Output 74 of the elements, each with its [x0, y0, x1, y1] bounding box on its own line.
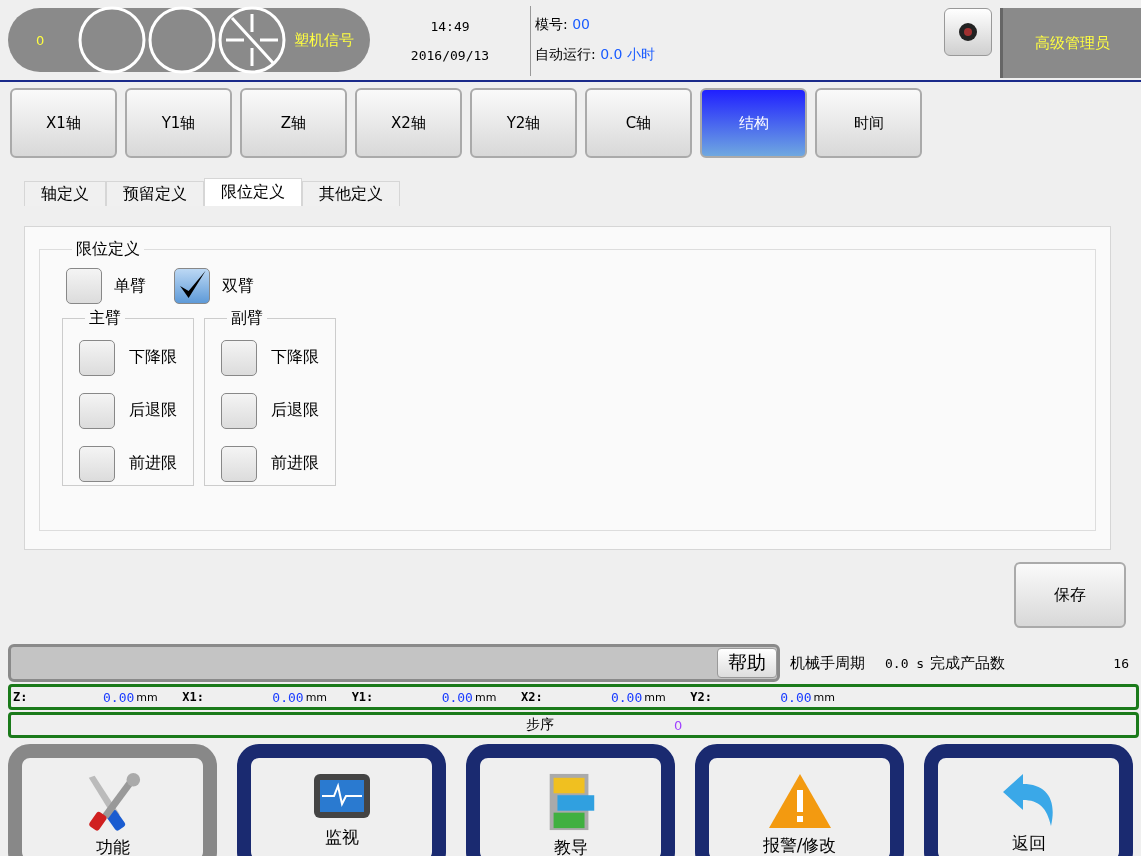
nav-tab[interactable]: 时间: [815, 88, 922, 158]
circle-icon: [78, 6, 146, 74]
axis-name: X2:: [519, 690, 544, 704]
user-badge: 高级管理员: [1000, 8, 1141, 78]
checkbox-label: 后退限: [271, 400, 319, 421]
nav-tab[interactable]: X2轴: [355, 88, 462, 158]
checkbox-label: 前进限: [129, 453, 177, 474]
axis-value: 0.00: [780, 689, 812, 705]
checkbox[interactable]: [79, 445, 115, 482]
nav-tab[interactable]: Z轴: [240, 88, 347, 158]
axis-name: X1:: [181, 690, 205, 704]
axis-unit: mm: [474, 690, 498, 704]
save-button[interactable]: 保存: [1014, 562, 1126, 628]
axis-name: Z:: [12, 690, 29, 704]
camera-button[interactable]: [944, 8, 992, 56]
axis-unit: mm: [305, 690, 329, 704]
axis-value: 0.00: [272, 689, 304, 705]
warning-icon: [766, 772, 833, 830]
mold-arrows-icon: [218, 6, 286, 74]
checkbox[interactable]: [174, 268, 210, 304]
checkbox-label: 下降限: [129, 347, 177, 368]
count-label: 完成产品数: [930, 653, 1006, 673]
arm-group-title: 副臂: [230, 308, 264, 329]
nav-tab[interactable]: Y2轴: [470, 88, 577, 158]
sub-tab[interactable]: 预留定义: [106, 181, 204, 206]
step-label: 步序: [526, 716, 554, 734]
sub-tab[interactable]: 限位定义: [204, 178, 302, 206]
count-value: 16: [1113, 655, 1129, 671]
checkbox-label: 前进限: [271, 453, 319, 474]
axis-unit: mm: [136, 690, 159, 704]
checkbox-label: 单臂: [114, 275, 146, 297]
cycle-value: 0.0 s: [885, 655, 925, 671]
group-title: 限位定义: [75, 239, 141, 260]
axis-value: 0.00: [441, 689, 473, 705]
axis-value: 0.00: [610, 689, 643, 705]
axis-name: Y2:: [689, 690, 713, 704]
sub-tab[interactable]: 其他定义: [302, 181, 400, 206]
nav-tab[interactable]: 结构: [700, 88, 807, 158]
help-button[interactable]: 帮助: [717, 648, 777, 678]
nav-button[interactable]: 监视: [237, 744, 446, 856]
nav-button[interactable]: 报警/修改: [695, 744, 904, 856]
nav-button[interactable]: 功能: [8, 744, 217, 856]
axis-value: 0.00: [103, 689, 135, 705]
checkbox[interactable]: [66, 268, 102, 304]
mold-label: 模号:: [535, 16, 568, 32]
checkbox[interactable]: [79, 339, 115, 376]
mold-value: 00: [572, 16, 590, 32]
nav-tab[interactable]: X1轴: [10, 88, 117, 158]
axis-unit: mm: [813, 690, 836, 704]
arm-group-title: 主臂: [88, 308, 122, 329]
run-label: 自动运行:: [535, 46, 596, 62]
checkbox[interactable]: [221, 445, 257, 482]
signal-label: 塑机信号: [294, 30, 354, 50]
axis-name: Y1:: [350, 690, 375, 704]
counter: 0: [36, 32, 46, 48]
nav-tab[interactable]: Y1轴: [125, 88, 232, 158]
date: 2016/09/13: [410, 48, 490, 63]
run-value: 0.0 小时: [600, 46, 655, 62]
sub-tab[interactable]: 轴定义: [24, 181, 106, 206]
axis-unit: mm: [644, 690, 667, 704]
nav-button[interactable]: 教导: [466, 744, 675, 856]
nav-tab[interactable]: C轴: [585, 88, 692, 158]
checkbox-label: 下降限: [271, 347, 319, 368]
step-value: 0: [674, 717, 683, 733]
checkbox[interactable]: [221, 392, 257, 429]
checkbox-label: 双臂: [222, 275, 254, 297]
cycle-label: 机械手周期: [790, 653, 865, 673]
nav-button[interactable]: 返回: [924, 744, 1133, 856]
checkbox-label: 后退限: [129, 400, 177, 421]
circle-icon: [148, 6, 216, 74]
checkbox[interactable]: [79, 392, 115, 429]
camera-icon: [958, 22, 978, 42]
time: 14:49: [430, 19, 470, 34]
checkbox[interactable]: [221, 339, 257, 376]
